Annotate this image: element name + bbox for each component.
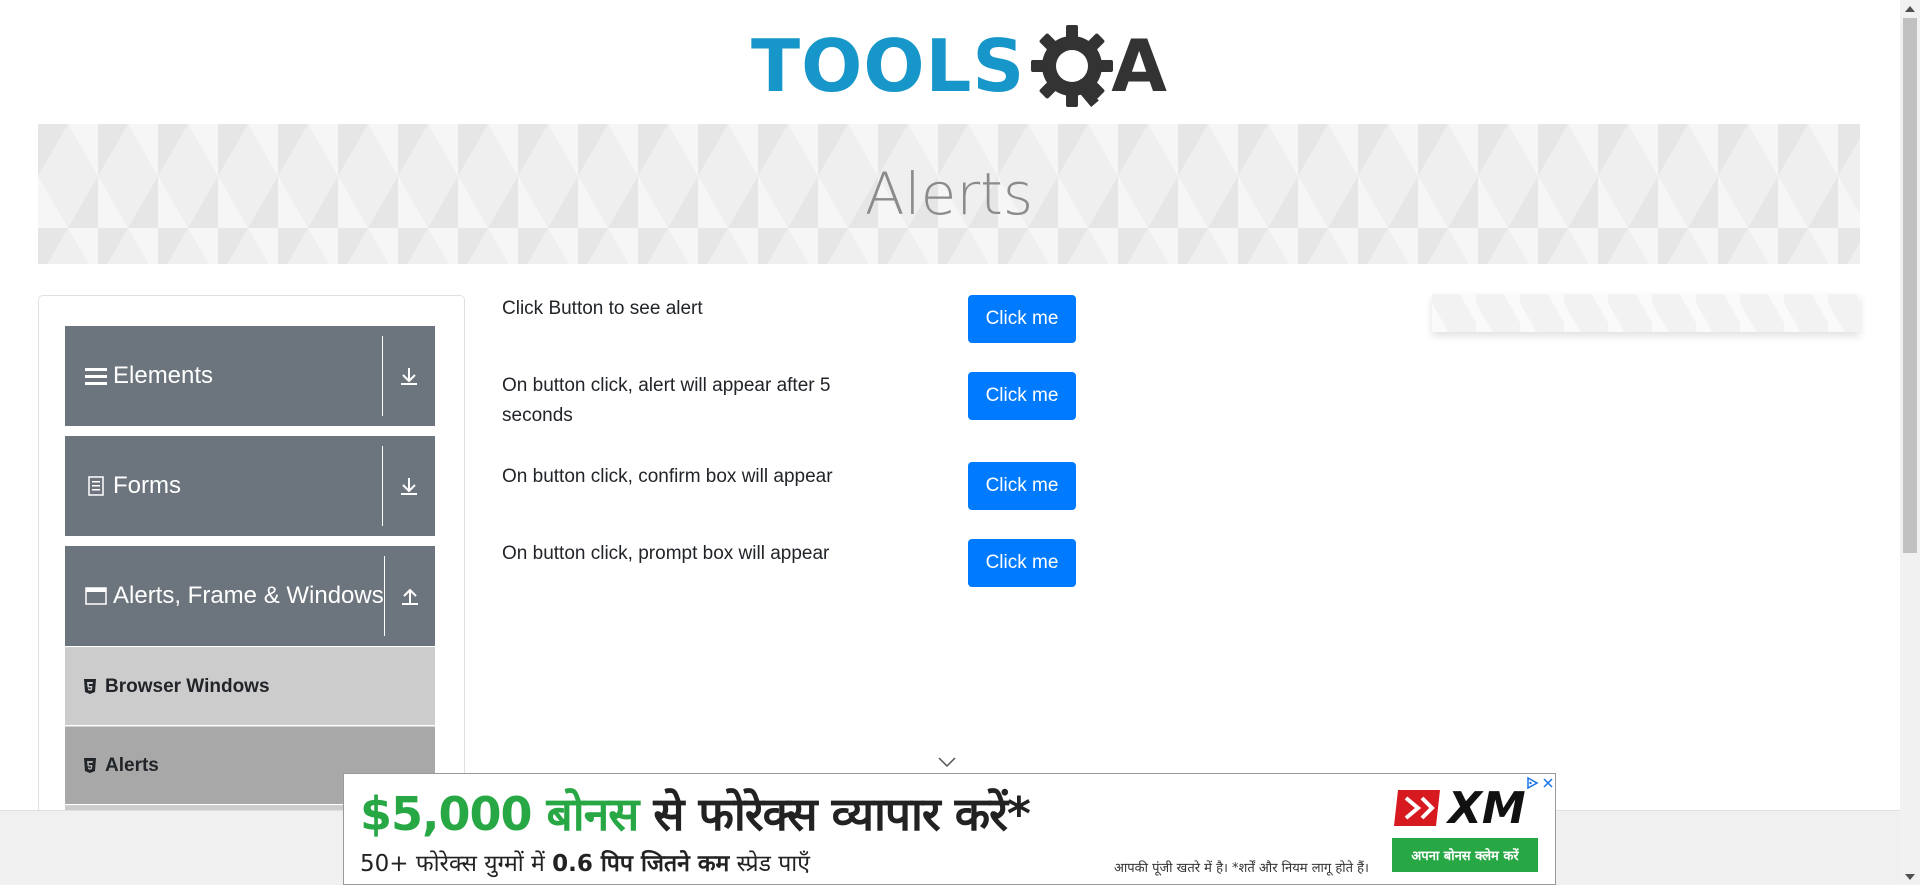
alert-row-label: On button click, alert will appear after…: [502, 375, 831, 426]
download-arrow-icon[interactable]: [383, 476, 435, 496]
document-icon: [85, 475, 107, 497]
alert-row-3: On button click, confirm box will appear…: [502, 462, 1082, 512]
logo-text: TOOLS: [751, 23, 1026, 108]
close-icon[interactable]: [1541, 776, 1555, 790]
ad-banner-bottom[interactable]: $5,000 बोनस से फोरेक्स व्यापार करें* 50+…: [343, 773, 1556, 885]
timer-alert-button[interactable]: Click me: [968, 372, 1076, 420]
sidebar-group-elements[interactable]: Elements: [65, 326, 435, 426]
sidebar-group-alerts-frame-windows[interactable]: Alerts, Frame & Windows: [65, 546, 435, 646]
sidebar-item-browser-windows[interactable]: Browser Windows: [65, 647, 435, 725]
xm-brand-icon: [1394, 790, 1440, 826]
confirm-button[interactable]: Click me: [968, 462, 1076, 510]
sidebar-group-label: Forms: [113, 472, 181, 499]
chevron-down-icon[interactable]: [937, 756, 957, 768]
ad-sub-bold: 0.6 पिप जितने कम: [552, 851, 730, 877]
sidebar-item-label: Browser Windows: [105, 675, 270, 697]
alert-row-label: Click Button to see alert: [502, 298, 703, 319]
ad-sub-prefix: 50+ फोरेक्स युग्मों में: [360, 851, 545, 877]
prompt-button[interactable]: Click me: [968, 539, 1076, 587]
adchoices-icon[interactable]: [1525, 776, 1539, 790]
sidebar-group-label: Alerts, Frame & Windows: [113, 582, 384, 609]
ad-headline: $5,000 बोनस से फोरेक्स व्यापार करें*: [360, 782, 1031, 844]
page-banner: Alerts: [38, 124, 1860, 264]
alert-row-label: On button click, prompt box will appear: [502, 543, 830, 564]
alert-button[interactable]: Click me: [968, 295, 1076, 343]
vertical-scrollbar[interactable]: [1900, 0, 1920, 885]
scroll-down-arrow-icon[interactable]: [1900, 868, 1920, 885]
ad-headline-rest: से फोरेक्स व्यापार करें*: [653, 787, 1031, 841]
ad-placeholder-right: [1432, 294, 1860, 332]
ad-headline-bonus: बोनस: [546, 787, 640, 841]
ad-headline-amount: $5,000: [360, 787, 533, 841]
scroll-up-arrow-icon[interactable]: [1900, 0, 1920, 17]
sidebar-group-forms[interactable]: Forms: [65, 436, 435, 536]
gear-icon: [1031, 24, 1114, 107]
download-arrow-icon[interactable]: [383, 366, 435, 386]
ad-cta-button[interactable]: अपना बोनस क्लेम करें: [1392, 838, 1538, 872]
upload-arrow-icon[interactable]: [385, 586, 435, 606]
alert-row-1: Click Button to see alert Click me: [502, 294, 1082, 344]
sidebar-item-label: Alerts: [105, 754, 159, 776]
xm-brand-text: XM: [1448, 782, 1526, 834]
ad-subline: 50+ फोरेक्स युग्मों में 0.6 पिप जितने कम…: [360, 846, 810, 878]
window-icon: [85, 585, 107, 607]
scrollbar-thumb[interactable]: [1903, 18, 1917, 553]
menu-bars-icon: [85, 365, 107, 387]
ad-choices[interactable]: [1519, 774, 1555, 792]
ad-disclaimer: आपकी पूंजी खतरे में है। *शर्तें और नियम …: [1114, 861, 1369, 876]
header: TOOLS A: [0, 0, 1900, 124]
html5-icon: [84, 757, 96, 773]
alert-row-label: On button click, confirm box will appear: [502, 466, 833, 487]
ad-sub-suffix: स्प्रेड पाएँ: [736, 851, 810, 877]
page-title: Alerts: [864, 160, 1034, 228]
alert-row-2: On button click, alert will appear after…: [502, 371, 1082, 437]
alert-row-4: On button click, prompt box will appear …: [502, 539, 1082, 589]
logo-text-a: A: [1111, 23, 1167, 108]
toolsqa-logo[interactable]: TOOLS A: [751, 18, 1167, 113]
sidebar-group-label: Elements: [113, 362, 214, 389]
html5-icon: [84, 678, 96, 694]
